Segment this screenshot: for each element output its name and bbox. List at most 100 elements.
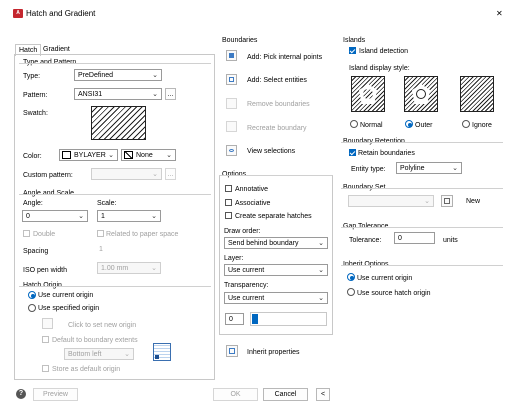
inherit-source-origin-radio[interactable] (347, 288, 355, 296)
normal-radio[interactable] (350, 120, 358, 128)
retain-boundaries-checkbox[interactable] (349, 149, 356, 156)
iso-pen-label: ISO pen width (23, 267, 67, 274)
recreate-boundary-icon[interactable] (226, 121, 237, 132)
chevron-down-icon: ⌄ (78, 213, 84, 220)
swatch-label: Swatch: (23, 110, 48, 117)
background-color-dropdown[interactable]: None ⌄ (121, 149, 176, 161)
default-extents-label: Default to boundary extents (52, 337, 138, 344)
island-display-label: Island display style: (349, 65, 410, 72)
transparency-value-input[interactable]: 0 (225, 313, 244, 325)
click-set-origin-label[interactable]: Click to set new origin (68, 321, 136, 330)
store-default-checkbox[interactable] (42, 365, 49, 372)
scale-label: Scale: (97, 200, 117, 207)
separate-hatches-label: Create separate hatches (235, 213, 312, 220)
inherit-current-origin-radio[interactable] (347, 273, 355, 281)
layer-dropdown[interactable]: Use current ⌄ (224, 264, 328, 276)
tab-gradient[interactable]: Gradient (43, 45, 70, 54)
window-title: Hatch and Gradient (26, 9, 96, 18)
new-boundary-set-button[interactable]: New (466, 197, 480, 206)
pattern-dropdown[interactable]: ANSI31 ⌄ (74, 88, 162, 100)
remove-boundaries-button[interactable]: Remove boundaries (247, 100, 310, 109)
swatch-preview[interactable] (91, 106, 146, 140)
chevron-down-icon: ⌄ (152, 91, 158, 98)
associative-checkbox[interactable] (225, 199, 232, 206)
pattern-browse-button[interactable]: ... (165, 88, 176, 100)
iso-pen-dropdown[interactable]: 1.00 mm ⌄ (97, 262, 161, 274)
relative-paper-checkbox[interactable] (97, 230, 104, 237)
recreate-boundary-button[interactable]: Recreate boundary (247, 124, 307, 133)
remove-boundaries-icon[interactable] (226, 98, 237, 109)
chevron-down-icon: ⌄ (452, 165, 458, 172)
inherit-current-origin-label: Use current origin (357, 275, 413, 282)
color-dropdown[interactable]: BYLAYER ⌄ (59, 149, 118, 161)
chevron-down-icon: ⌄ (151, 265, 157, 272)
help-icon[interactable]: ? (16, 389, 26, 399)
island-detection-checkbox[interactable] (349, 47, 356, 54)
chevron-down-icon: ⌄ (108, 152, 114, 159)
custom-pattern-browse-button[interactable]: ... (165, 168, 176, 180)
section-heading: Boundaries (222, 37, 258, 44)
chevron-down-icon: ⌄ (152, 72, 158, 79)
cancel-button[interactable]: Cancel (263, 388, 308, 401)
chevron-down-icon: ⌄ (424, 198, 430, 205)
use-current-origin-label: Use current origin (38, 292, 94, 299)
outer-label: Outer (415, 122, 433, 129)
use-specified-origin-label: Use specified origin (38, 305, 100, 312)
double-label: Double (33, 231, 56, 238)
new-boundary-set-icon[interactable] (441, 195, 453, 207)
more-options-button[interactable]: < (316, 388, 330, 401)
spacing-value[interactable]: 1 (99, 245, 103, 254)
boundary-set-dropdown[interactable]: ⌄ (348, 195, 434, 207)
slider-thumb[interactable] (252, 314, 258, 324)
island-detection-label: Island detection (359, 48, 409, 55)
set-origin-icon[interactable] (42, 318, 53, 329)
relative-paper-label: Related to paper space (106, 231, 179, 238)
origin-position-icon (153, 343, 171, 361)
draw-order-dropdown[interactable]: Send behind boundary ⌄ (224, 237, 328, 249)
custom-pattern-dropdown[interactable]: ⌄ (91, 168, 162, 180)
scale-dropdown[interactable]: 1 ⌄ (97, 210, 161, 222)
transparency-dropdown[interactable]: Use current ⌄ (224, 292, 328, 304)
draw-order-label: Draw order: (224, 228, 261, 235)
double-checkbox[interactable] (23, 230, 30, 237)
add-pick-points-button[interactable]: Add: Pick internal points (247, 53, 322, 62)
inherit-properties-button[interactable]: Inherit properties (247, 348, 300, 357)
color-label: Color: (23, 153, 42, 160)
type-label: Type: (23, 73, 41, 80)
tolerance-input[interactable]: 0 (394, 232, 435, 244)
associative-label: Associative (235, 200, 271, 207)
spacing-label: Spacing (23, 248, 49, 255)
ignore-radio[interactable] (462, 120, 470, 128)
inherit-properties-icon[interactable] (226, 345, 238, 357)
layer-label: Layer: (224, 255, 244, 262)
annotative-checkbox[interactable] (225, 185, 232, 192)
tolerance-units-label: units (443, 237, 458, 244)
use-current-origin-radio[interactable] (28, 291, 36, 299)
type-dropdown[interactable]: PreDefined ⌄ (74, 69, 162, 81)
normal-label: Normal (360, 122, 383, 129)
select-entities-icon[interactable] (226, 74, 237, 85)
ignore-island-preview[interactable] (460, 76, 494, 112)
extents-position-dropdown[interactable]: Bottom left ⌄ (64, 348, 134, 360)
default-extents-checkbox[interactable] (42, 336, 49, 343)
outer-radio[interactable] (405, 120, 413, 128)
no-color-swatch-icon (124, 151, 133, 159)
separate-hatches-checkbox[interactable] (225, 212, 232, 219)
entity-type-dropdown[interactable]: Polyline ⌄ (396, 162, 462, 174)
transparency-label: Transparency: (224, 282, 269, 289)
add-select-entities-button[interactable]: Add: Select entities (247, 76, 307, 85)
angle-label: Angle: (23, 200, 43, 207)
preview-button[interactable]: Preview (33, 388, 78, 401)
view-selections-icon[interactable] (226, 145, 237, 156)
normal-island-preview[interactable] (351, 76, 385, 112)
store-default-label: Store as default origin (52, 366, 121, 373)
pick-points-icon[interactable] (226, 50, 237, 61)
close-icon[interactable]: ✕ (496, 9, 503, 18)
view-selections-button[interactable]: View selections (247, 147, 295, 156)
use-specified-origin-radio[interactable] (28, 304, 36, 312)
angle-dropdown[interactable]: 0 ⌄ (22, 210, 88, 222)
chevron-down-icon: ⌄ (166, 152, 172, 159)
outer-island-preview[interactable] (404, 76, 438, 112)
ok-button[interactable]: OK (213, 388, 258, 401)
transparency-slider[interactable] (250, 312, 327, 326)
